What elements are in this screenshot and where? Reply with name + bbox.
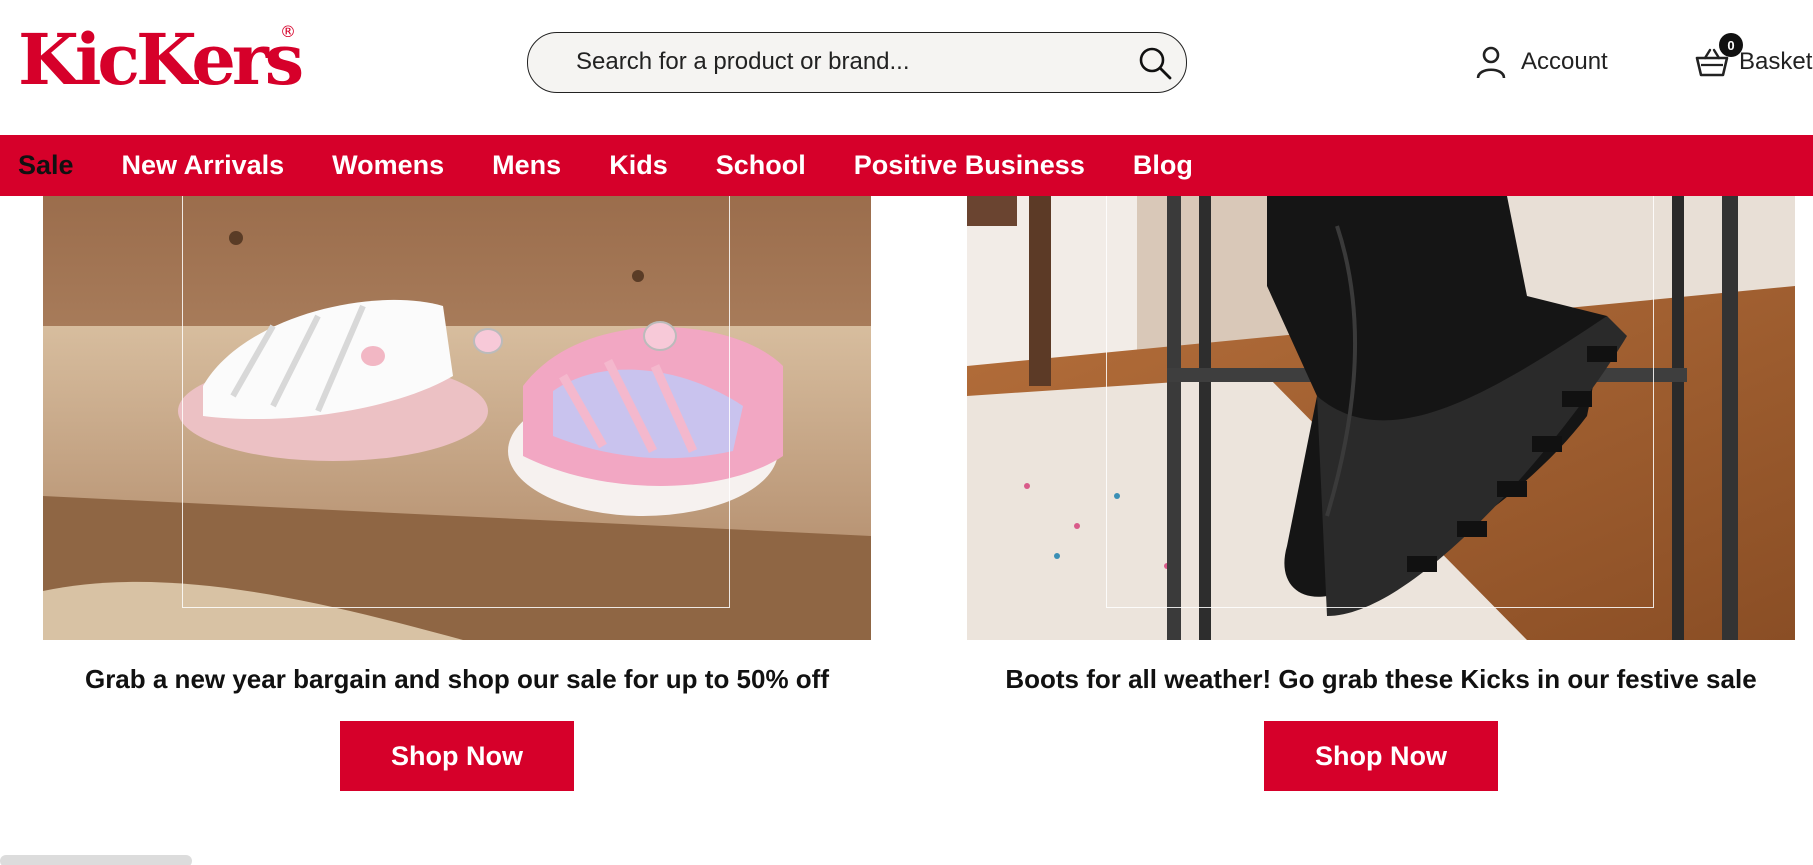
shop-now-button[interactable]: Shop Now	[1264, 721, 1498, 791]
basket-icon: 0	[1695, 33, 1743, 78]
nav-item-blog[interactable]: Blog	[1109, 150, 1217, 181]
decorative-frame	[1106, 196, 1654, 608]
account-label: Account	[1521, 48, 1608, 75]
search-input[interactable]	[576, 33, 1116, 91]
nav-item-womens[interactable]: Womens	[308, 150, 468, 181]
promo-caption: Grab a new year bargain and shop our sal…	[84, 664, 830, 694]
nav-item-new-arrivals[interactable]: New Arrivals	[98, 150, 309, 181]
basket-link[interactable]: 0 Basket	[1695, 33, 1813, 80]
nav-item-mens[interactable]: Mens	[468, 150, 585, 181]
kickers-logo[interactable]: KicKers ®	[18, 18, 304, 102]
basket-count-badge: 0	[1719, 33, 1743, 57]
user-icon	[1476, 46, 1506, 79]
search-icon[interactable]	[1138, 46, 1172, 80]
horizontal-scrollbar[interactable]	[0, 855, 192, 865]
promo-card-sale: Grab a new year bargain and shop our sal…	[43, 196, 871, 791]
shop-now-button[interactable]: Shop Now	[340, 721, 574, 791]
nav-item-kids[interactable]: Kids	[585, 150, 692, 181]
main-nav: Sale New Arrivals Womens Mens Kids Schoo…	[0, 135, 1813, 196]
boots-image[interactable]	[967, 196, 1795, 640]
nav-item-sale[interactable]: Sale	[0, 150, 98, 181]
basket-label: Basket	[1739, 48, 1813, 75]
promo-caption: Boots for all weather! Go grab these Kic…	[1005, 664, 1757, 694]
nav-item-school[interactable]: School	[692, 150, 830, 181]
site-header: KicKers ® Account 0 Basket	[0, 0, 1813, 135]
account-link[interactable]: Account	[1475, 44, 1608, 80]
promo-card-boots: Boots for all weather! Go grab these Kic…	[967, 196, 1795, 791]
decorative-frame	[182, 196, 730, 608]
search-bar	[527, 32, 1187, 93]
logo-text: KicKers	[18, 18, 304, 101]
sandals-image[interactable]	[43, 196, 871, 640]
nav-item-positive-business[interactable]: Positive Business	[830, 150, 1109, 181]
registered-mark: ®	[280, 22, 296, 41]
